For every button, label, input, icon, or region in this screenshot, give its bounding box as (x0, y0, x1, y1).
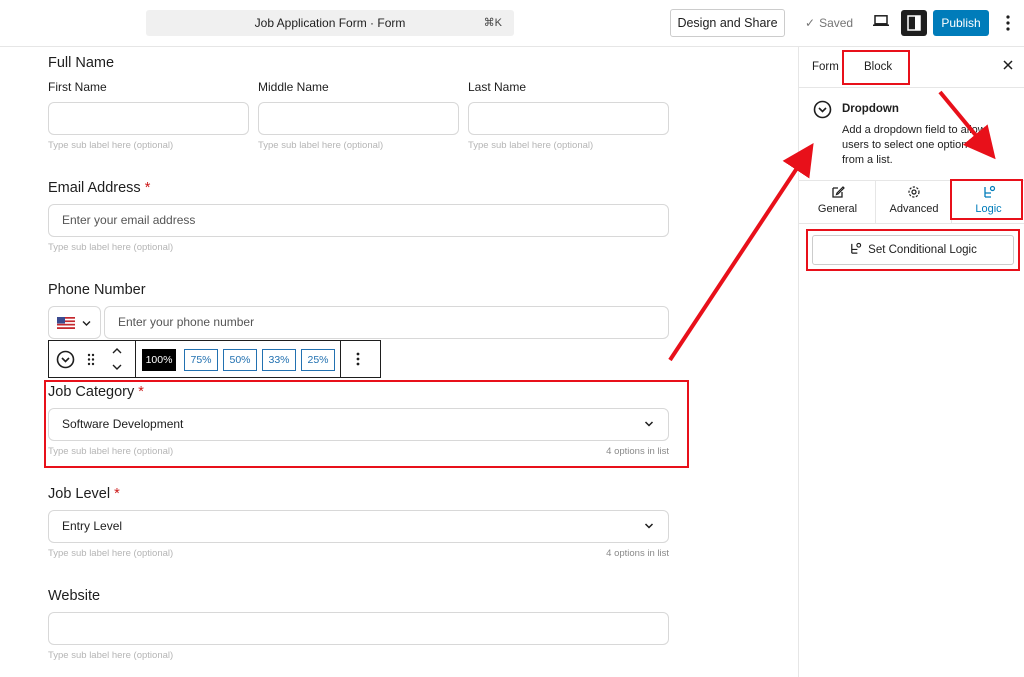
tab-advanced-label: Advanced (889, 203, 939, 215)
email-sub-hint[interactable]: Type sub label here (optional) (48, 242, 173, 253)
dropdown-block-icon (813, 100, 832, 119)
annotation-highlight-block-tab (842, 50, 910, 85)
website-sub-hint[interactable]: Type sub label here (optional) (48, 650, 173, 661)
us-flag-icon (57, 317, 75, 329)
divider (799, 223, 1024, 224)
tab-general[interactable]: General (799, 181, 876, 223)
close-icon[interactable] (1002, 59, 1014, 71)
chevron-down-icon (644, 523, 654, 529)
more-options-icon[interactable] (1001, 13, 1015, 33)
move-down-icon[interactable] (111, 363, 123, 371)
command-shortcut: ⌘K (483, 17, 502, 29)
tab-advanced[interactable]: Advanced (876, 181, 952, 223)
check-icon: ✓ (805, 16, 816, 30)
command-bar-title: Job Application Form · Form (254, 16, 406, 30)
job-level-sub-hint[interactable]: Type sub label here (optional) (48, 548, 173, 559)
middle-name-sub-hint[interactable]: Type sub label here (optional) (258, 140, 383, 151)
block-toolbar: 100% 75% 50% 33% 25% (48, 340, 381, 378)
annotation-highlight-job-category (44, 380, 689, 468)
chevron-down-icon (82, 321, 91, 326)
design-and-share-button[interactable]: Design and Share (670, 9, 785, 37)
settings-sidebar: Form Block Dropdown Add a dropdown field… (798, 47, 1024, 677)
phone-title: Phone Number (48, 282, 146, 298)
job-level-options-count: 4 options in list (606, 548, 669, 559)
country-code-select[interactable] (48, 306, 101, 339)
width-75-button[interactable]: 75% (184, 349, 218, 371)
middle-name-label: Middle Name (258, 80, 329, 94)
required-mark: * (144, 180, 151, 196)
full-name-title: Full Name (48, 55, 115, 71)
settings-panel-toggle-button[interactable] (901, 10, 927, 36)
saved-label: Saved (819, 16, 854, 30)
job-level-title: Job Level * (48, 486, 120, 502)
job-level-value: Entry Level (62, 519, 123, 533)
website-title: Website (48, 588, 101, 604)
email-title: Email Address * (48, 180, 150, 196)
tab-form[interactable]: Form (812, 61, 839, 73)
laptop-preview-icon[interactable] (873, 15, 889, 26)
saved-status: ✓ Saved (805, 16, 853, 30)
website-input[interactable] (48, 612, 669, 645)
first-name-input[interactable] (48, 102, 249, 135)
job-level-select[interactable]: Entry Level (48, 510, 669, 543)
annotation-highlight-logic-tab (950, 179, 1023, 220)
publish-button[interactable]: Publish (933, 10, 989, 36)
middle-name-input[interactable] (258, 102, 459, 135)
width-33-button[interactable]: 33% (262, 349, 296, 371)
annotation-highlight-conditional-logic (806, 229, 1020, 271)
last-name-label: Last Name (468, 80, 527, 94)
required-mark: * (114, 486, 120, 502)
divider (799, 87, 1024, 88)
annotation-arrow-to-dropdown (668, 142, 814, 362)
block-options-icon[interactable] (355, 351, 361, 367)
gear-icon (908, 186, 920, 198)
top-bar: Job Application Form · Form ⌘K Design an… (0, 0, 1024, 47)
block-name: Dropdown (842, 103, 899, 115)
toolbar-divider (340, 341, 341, 377)
toolbar-divider (135, 341, 136, 377)
command-bar[interactable]: Job Application Form · Form ⌘K (146, 10, 514, 36)
tab-general-label: General (817, 203, 858, 215)
width-100-button[interactable]: 100% (142, 349, 176, 371)
width-25-button[interactable]: 25% (301, 349, 335, 371)
drag-handle-icon[interactable] (86, 352, 96, 367)
last-name-sub-hint[interactable]: Type sub label here (optional) (468, 140, 593, 151)
width-50-button[interactable]: 50% (223, 349, 257, 371)
job-level-title-text: Job Level (48, 486, 111, 502)
edit-icon (831, 186, 845, 198)
last-name-input[interactable] (468, 102, 669, 135)
phone-input[interactable]: Enter your phone number (104, 306, 669, 339)
divider (875, 181, 876, 223)
first-name-label: First Name (48, 80, 107, 94)
first-name-sub-hint[interactable]: Type sub label here (optional) (48, 140, 173, 151)
dropdown-block-icon[interactable] (56, 350, 75, 369)
block-description: Add a dropdown field to allow users to s… (842, 124, 986, 166)
email-input[interactable]: Enter your email address (48, 204, 669, 237)
email-title-text: Email Address (48, 180, 141, 196)
sidebar-panel-icon (907, 15, 921, 31)
move-up-icon[interactable] (111, 347, 123, 355)
